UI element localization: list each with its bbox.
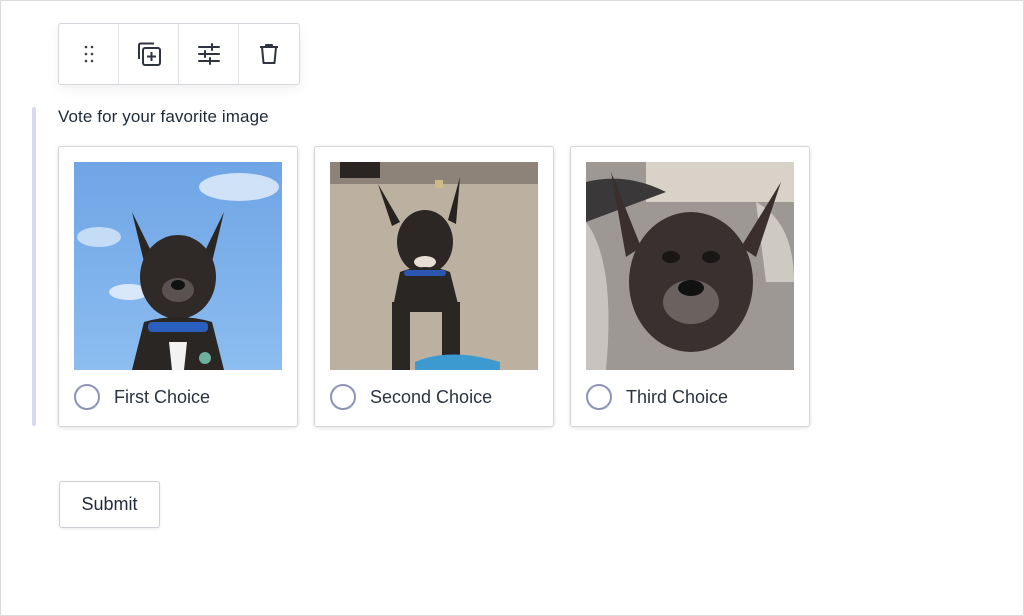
choice-radio-first[interactable] bbox=[74, 384, 100, 410]
delete-button[interactable] bbox=[239, 24, 299, 84]
trash-icon bbox=[260, 44, 278, 64]
choice-label-first: First Choice bbox=[114, 386, 211, 407]
drag-handle-icon bbox=[84, 45, 93, 63]
choice-card-third[interactable]: Third Choice bbox=[570, 146, 810, 427]
duplicate-icon bbox=[137, 42, 161, 66]
block-selection-indicator bbox=[32, 107, 36, 426]
image-choices: First Choice Second Choice Third Choice bbox=[58, 146, 810, 427]
choice-label-second: Second Choice bbox=[370, 386, 493, 407]
submit-button[interactable]: Submit bbox=[59, 481, 160, 528]
dog-sky-photo bbox=[74, 162, 282, 370]
duplicate-button[interactable] bbox=[119, 24, 179, 84]
block-toolbar bbox=[58, 23, 300, 85]
choice-option-third: Third Choice bbox=[586, 384, 728, 410]
dog-blanket-photo bbox=[586, 162, 794, 370]
settings-button[interactable] bbox=[179, 24, 239, 84]
settings-sliders-icon bbox=[197, 43, 220, 65]
dog-carpet-photo bbox=[330, 162, 538, 370]
choice-card-second[interactable]: Second Choice bbox=[314, 146, 554, 427]
choice-option-first: First Choice bbox=[74, 384, 210, 410]
drag-handle-button[interactable] bbox=[59, 24, 119, 84]
choice-label-third: Third Choice bbox=[626, 386, 729, 407]
choice-radio-third[interactable] bbox=[586, 384, 612, 410]
choice-option-second: Second Choice bbox=[330, 384, 492, 410]
choice-radio-second[interactable] bbox=[330, 384, 356, 410]
field-label: Vote for your favorite image bbox=[58, 107, 269, 126]
choice-card-first[interactable]: First Choice bbox=[58, 146, 298, 427]
